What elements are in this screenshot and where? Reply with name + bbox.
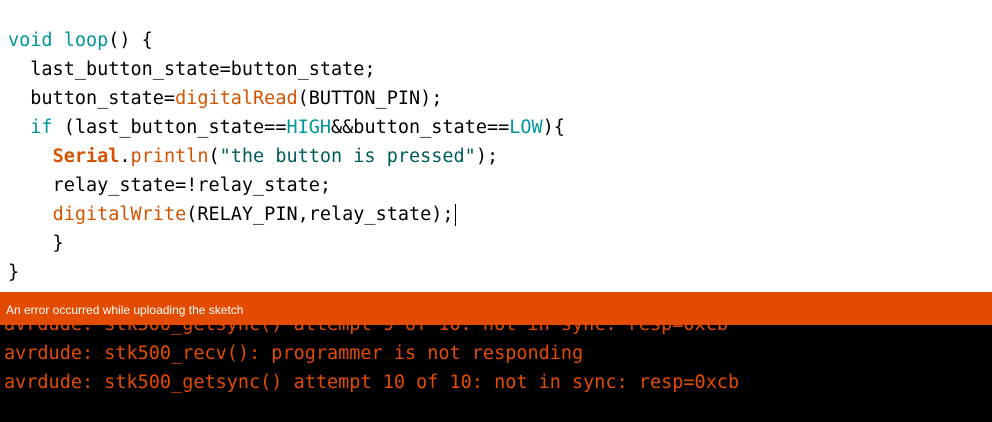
- code-token: println: [130, 146, 209, 167]
- code-token: &&button_state==: [331, 117, 510, 138]
- code-line[interactable]: Serial.println("the button is pressed");: [8, 142, 499, 171]
- code-token: loop: [63, 30, 109, 51]
- code-token: digitalWrite: [52, 204, 187, 225]
- code-line[interactable]: }: [8, 258, 19, 287]
- code-line[interactable]: digitalWrite(RELAY_PIN,relay_state);: [8, 200, 456, 229]
- code-token: relay_state=!relay_state;: [8, 175, 332, 196]
- code-token: Serial: [52, 146, 120, 167]
- code-token: () {: [108, 30, 153, 51]
- code-token: (BUTTON_PIN);: [297, 88, 443, 109]
- code-token: ){: [542, 117, 565, 138]
- code-token: (RELAY_PIN,relay_state);: [186, 204, 454, 225]
- code-line[interactable]: button_state=digitalRead(BUTTON_PIN);: [8, 84, 442, 113]
- code-token: }: [8, 262, 20, 283]
- code-token: digitalRead: [175, 88, 298, 109]
- code-token: "the button is pressed": [219, 146, 476, 167]
- text-cursor: [454, 204, 456, 226]
- console-line: avrdude: stk500_recv(): programmer is no…: [4, 343, 584, 364]
- code-line[interactable]: if (last_button_state==HIGH&&button_stat…: [8, 113, 565, 142]
- code-token: button_state=: [8, 88, 176, 109]
- code-token: if: [30, 117, 53, 138]
- code-token: void: [8, 30, 64, 51]
- code-token: );: [475, 146, 499, 167]
- code-token: LOW: [509, 117, 543, 138]
- console-line: avrdude: stk500_getsync() attempt 9 of 1…: [4, 325, 728, 339]
- code-token: HIGH: [286, 117, 332, 138]
- code-token: (last_button_state==: [52, 117, 287, 138]
- code-token: (: [208, 146, 220, 167]
- code-token: .: [119, 146, 131, 167]
- code-line[interactable]: }: [8, 229, 64, 258]
- code-line[interactable]: last_button_state=button_state;: [8, 55, 376, 84]
- console-line: avrdude: stk500_getsync() attempt 10 of …: [4, 372, 740, 393]
- code-token: }: [8, 233, 64, 254]
- error-message: An error occurred while uploading the sk…: [6, 303, 244, 317]
- output-console[interactable]: avrdude: stk500_getsync() attempt 9 of 1…: [0, 325, 992, 422]
- code-line[interactable]: void loop() {: [8, 26, 153, 55]
- error-status-bar: An error occurred while uploading the sk…: [0, 292, 992, 325]
- code-editor[interactable]: void loop() { last_button_state=button_s…: [0, 0, 992, 292]
- code-token: last_button_state=button_state;: [8, 59, 376, 80]
- code-line[interactable]: relay_state=!relay_state;: [8, 171, 331, 200]
